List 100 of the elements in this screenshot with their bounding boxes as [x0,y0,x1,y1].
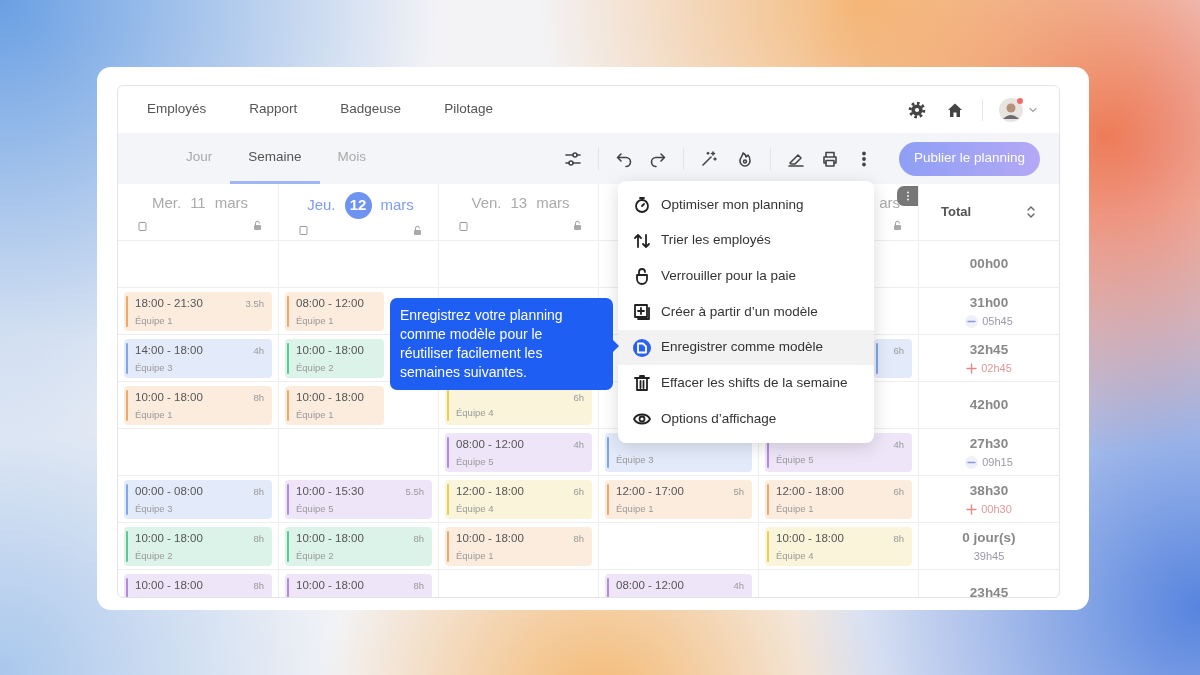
total-hours: 32h45 [969,340,1009,359]
shift-card[interactable]: 10:00 - 18:00 Équipe 2 [285,339,384,378]
shift-card[interactable]: 10:00 - 18:00 Équipe 1 [285,386,384,425]
shift-duration: 5.5h [405,485,424,499]
settings-icon [908,100,926,119]
team-label: Équipe 3 [616,453,654,467]
shift-duration: 4h [733,579,744,593]
team-label: Équipe 3 [135,361,173,376]
team-label: Équipe 2 [296,549,334,564]
shift-card[interactable]: 08:00 - 12:00 Équipe 1 [285,292,384,331]
shift-card[interactable]: 10:00 - 18:00 8h Équipe 1 [445,527,592,566]
menu-item[interactable]: Effacer les shifts de la semaine [618,365,874,402]
add-template-icon [632,301,652,322]
team-label: Équipe 1 [616,502,654,517]
shift-card[interactable]: 10:00 - 18:00 8h Équipe 2 [124,527,272,566]
column-header: Total [941,203,972,222]
minus-icon [965,314,979,328]
minus-icon [965,455,979,469]
month-label: mars [536,193,570,213]
team-label: Équipe 2 [296,361,334,376]
printer-icon[interactable] [820,149,839,168]
team-label: Équipe 3 [135,502,173,517]
total-hours: 27h30 [969,434,1009,453]
calendar-icon[interactable] [459,220,468,231]
plus-icon [966,503,978,515]
shift-card[interactable]: 10:00 - 18:00 8h Équipe 4 [765,527,912,566]
shift-duration: 8h [893,532,904,546]
weekday-label: Jeu. [307,195,336,216]
nav-link[interactable]: Badgeuse [340,99,402,120]
shift-card[interactable]: 08:00 - 12:00 4h [605,574,752,597]
shift-duration: 4h [573,438,584,452]
shift-card[interactable]: 10:00 - 15:30 5.5h Équipe 5 [285,480,432,519]
magic-wand-icon[interactable] [699,149,718,168]
hours-difference: 00h30 [981,501,1012,517]
shift-card[interactable]: 10:00 - 18:00 8h Équipe 1 [124,386,272,425]
day-number: 12 [344,192,372,219]
calendar-icon[interactable] [138,220,147,231]
shift-duration: 6h [893,344,904,358]
nav-link[interactable]: Pilotage [444,99,493,120]
menu-item[interactable]: Verrouiller pour la paie [618,258,874,295]
team-label: Équipe 1 [135,314,173,329]
team-label: Équipe 1 [296,408,334,423]
total-hours: 00h00 [969,254,1009,273]
shift-card[interactable]: 14:00 - 18:00 4h Équipe 3 [124,339,272,378]
weekday-label: Mer. [151,193,182,213]
day-number: 11 [190,193,206,213]
sort-icon[interactable] [1025,204,1037,220]
shift-card[interactable]: 12:00 - 18:00 6h Équipe 1 [765,480,912,519]
menu-item[interactable]: Créer à partir d’un modèle [618,294,874,330]
shift-time: 10:00 - 18:00 [135,578,203,593]
shift-time: 08:00 - 12:00 [296,296,364,311]
team-label: Équipe 4 [776,549,814,564]
menu-item[interactable]: Trier les employés [618,222,874,259]
shift-time: 10:00 - 15:30 [296,484,364,499]
team-label: Équipe 5 [776,453,814,467]
nav-link[interactable]: Rapport [249,99,298,120]
shift-duration: 6h [573,485,584,499]
shift-time: 10:00 - 18:00 [135,531,203,546]
total-hours: 38h30 [969,481,1009,500]
total-hours: 31h00 [969,293,1009,312]
shift-duration: 6h [893,485,904,499]
total-hours: 0 jour(s) [962,528,1016,547]
team-label: Équipe 5 [456,455,494,470]
month-label: mars [380,195,414,216]
weekday-label: Ven. [471,193,502,213]
month-label: ars [879,193,900,213]
shift-card[interactable]: 08:00 - 12:00 4h Équipe 5 [445,433,592,472]
shift-card[interactable]: 18:00 - 21:30 3.5h Équipe 1 [124,292,272,331]
shift-card[interactable]: 10:00 - 18:00 8h [124,574,272,597]
shift-duration: 5h [733,485,744,499]
shift-card[interactable]: 00:00 - 08:00 8h Équipe 3 [124,480,272,519]
nav-link[interactable]: Employés [147,99,207,120]
plus-icon [966,362,978,374]
sliders-icon[interactable] [563,149,582,168]
shift-time: 08:00 - 12:00 [456,437,524,452]
shift-time: 10:00 - 18:00 [135,390,203,405]
shift-card[interactable]: 12:00 - 18:00 6h Équipe 4 [445,480,592,519]
team-label: Équipe 1 [776,502,814,517]
month-label: mars [214,193,249,213]
shift-card[interactable]: 10:00 - 18:00 8h Équipe 2 [285,527,432,566]
menu-item[interactable]: Enregistrer comme modèle [618,329,874,366]
calendar-icon[interactable] [299,225,308,235]
stopwatch-icon [632,194,652,215]
team-label: Équipe 1 [135,408,173,423]
total-hours: 42h00 [969,395,1009,414]
day-number: 13 [510,193,528,213]
shift-time: 10:00 - 18:00 [296,531,364,546]
total-hours: 23h45 [969,583,1009,597]
team-label: Équipe 4 [456,406,494,420]
shift-card[interactable]: 12:00 - 17:00 5h Équipe 1 [605,480,752,519]
hours-difference: 09h15 [982,454,1013,470]
shift-duration: 4h [253,344,264,358]
menu-item[interactable]: Optimiser mon planning [618,187,874,223]
team-label: Équipe 5 [296,502,334,517]
avatar[interactable] [999,97,1023,122]
shift-time: 00:00 - 08:00 [135,484,203,499]
view-tab[interactable]: Semaine [230,133,320,184]
shift-time: 10:00 - 18:00 [296,578,364,593]
shift-card[interactable]: 10:00 - 18:00 8h [285,574,432,597]
team-label: Équipe 2 [135,549,173,564]
